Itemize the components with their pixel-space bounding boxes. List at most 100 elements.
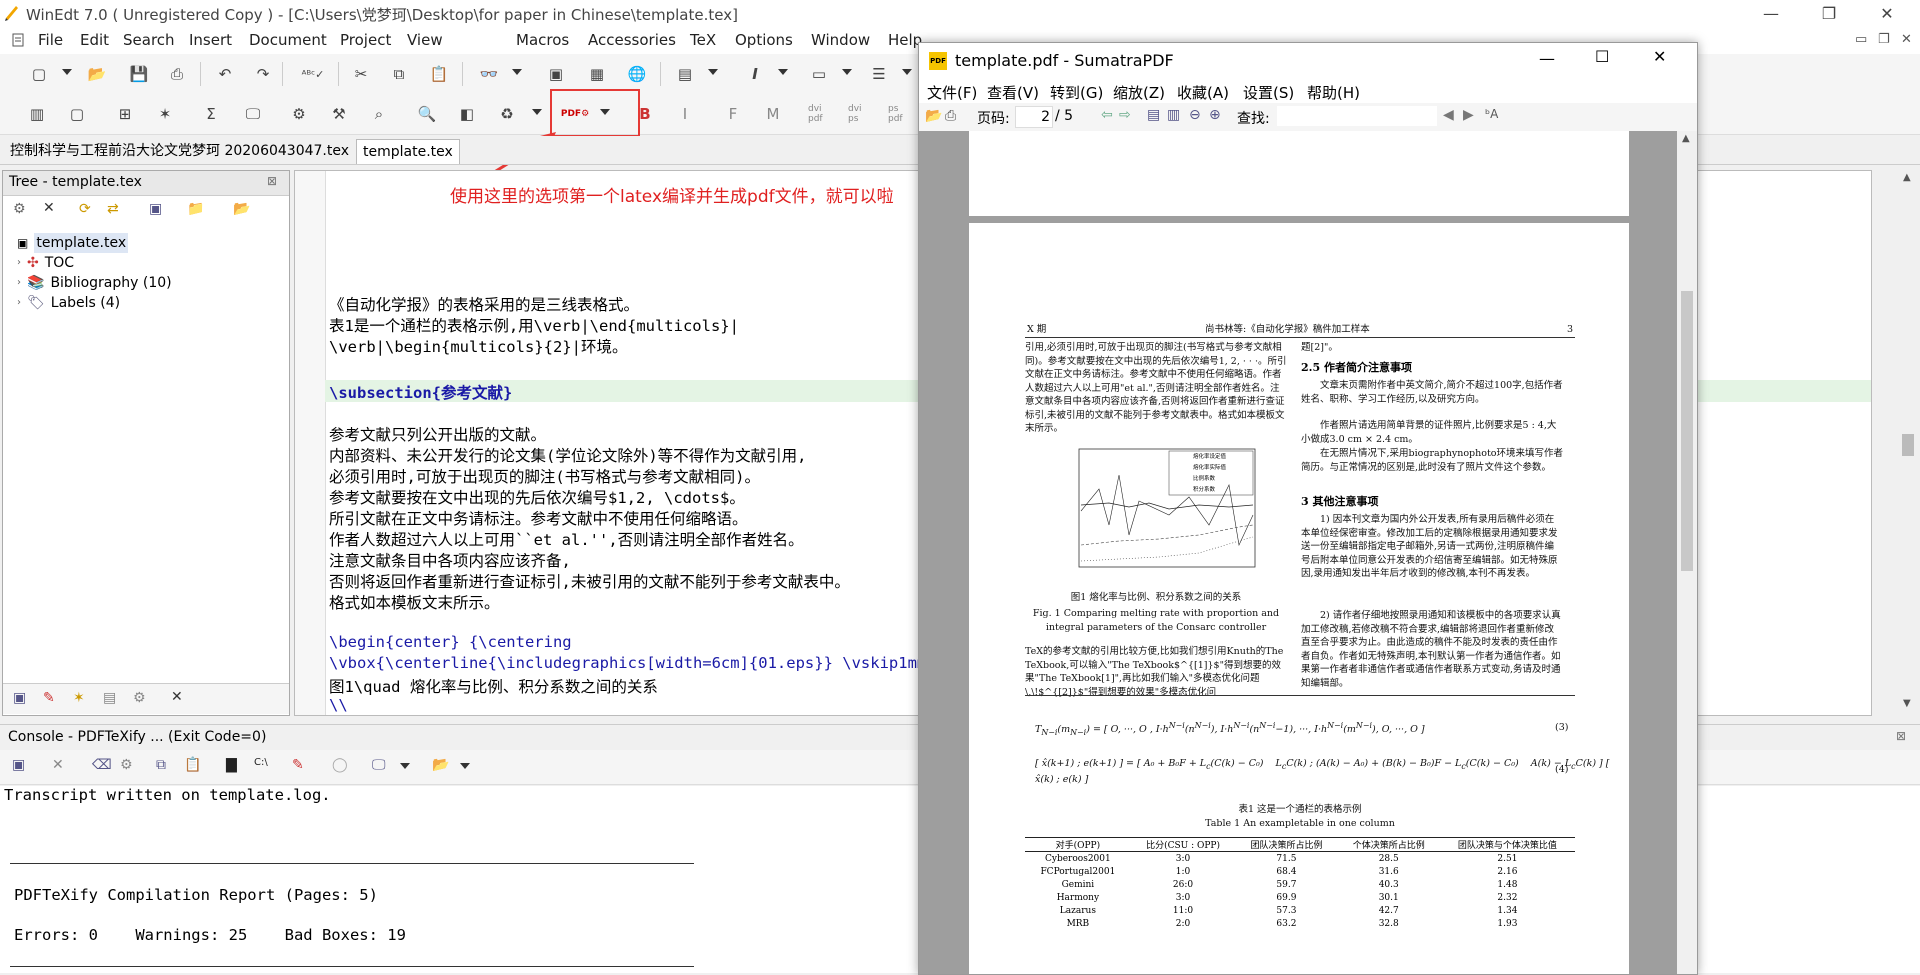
magnifier-icon[interactable]: ⌕	[366, 101, 392, 127]
menu-window[interactable]: Window	[811, 31, 870, 49]
tree-tool-icon[interactable]: ⚙	[13, 201, 26, 217]
sumatra-menu-zoom[interactable]: 缩放(Z)	[1113, 82, 1165, 103]
console-copy-icon[interactable]: ⧉	[156, 757, 166, 773]
sumatra-menu-view[interactable]: 查看(V)	[987, 82, 1039, 103]
editor-line[interactable]: 表1是一个通栏的表格示例,用\verb|\end{multicols}|	[329, 314, 739, 336]
close-button[interactable]: ✕	[1864, 0, 1910, 28]
page-icon[interactable]: ▤	[672, 61, 698, 87]
menu-options[interactable]: Options	[735, 31, 793, 49]
mdi-minimize-button[interactable]: ▭	[1855, 32, 1867, 47]
console-folder-icon[interactable]: 📂	[432, 757, 449, 773]
tree-item-bibliography[interactable]: › 📚 Bibliography (10)	[17, 273, 172, 293]
monitor-icon[interactable]: 🖵	[240, 101, 266, 127]
print-icon[interactable]: ⎙	[164, 61, 190, 87]
tree-item-labels[interactable]: › 🏷 Labels (4)	[17, 293, 120, 313]
cut-icon[interactable]: ✂	[348, 61, 374, 87]
editor-line[interactable]: \verb|\begin{multicols}{2}|环境。	[329, 335, 627, 357]
console-close-icon[interactable]: ⊠	[1896, 729, 1906, 743]
undo-icon[interactable]: ↶	[212, 61, 238, 87]
editor-line[interactable]: \begin{center} {\centering	[329, 633, 572, 651]
tab-control-paper[interactable]: 控制科学与工程前沿大论文党梦珂 20206043047.tex	[4, 139, 355, 163]
dvi-pdf-icon[interactable]: dvi pdf	[808, 101, 834, 127]
copy-icon[interactable]: ⧉	[386, 61, 412, 87]
table-icon[interactable]: ▦	[584, 61, 610, 87]
binoculars-icon[interactable]: 👓	[476, 61, 502, 87]
font-f-icon[interactable]: F	[720, 101, 746, 127]
match-case-icon[interactable]: ᵇA	[1485, 107, 1498, 121]
tree-folder-icon[interactable]: 📁	[187, 201, 204, 217]
bibtex-icon[interactable]: ⚒	[326, 101, 352, 127]
sumatra-menu-favorites[interactable]: 收藏(A)	[1177, 82, 1229, 103]
prev-page-icon[interactable]: ⇦	[1101, 107, 1113, 123]
ps-pdf-icon[interactable]: ps pdf	[888, 101, 914, 127]
console-view-icon[interactable]: ▣	[12, 757, 25, 773]
find-prev-icon[interactable]: ◀	[1443, 107, 1454, 123]
menu-view[interactable]: View	[407, 31, 443, 49]
tab-template[interactable]: template.tex	[356, 139, 460, 164]
fit-width-icon[interactable]: ▥	[1167, 107, 1180, 123]
sigma-icon[interactable]: Σ	[198, 101, 224, 127]
box-icon[interactable]: ▭	[806, 61, 832, 87]
paste-icon[interactable]: 📋	[426, 61, 452, 87]
console-inspect-icon[interactable]: ✎	[292, 757, 304, 773]
new-file-icon[interactable]: ▢	[26, 61, 52, 87]
sumatra-maximize-button[interactable]: ☐	[1595, 47, 1609, 66]
find-next-icon[interactable]: ▶	[1463, 107, 1474, 123]
font-m-icon[interactable]: M	[760, 101, 786, 127]
scroll-up-icon[interactable]: ▲	[1903, 172, 1911, 183]
tree-item-template[interactable]: ▣ template.tex	[17, 233, 129, 253]
editor-line[interactable]: 否则将返回作者重新进行查证标引,未被引用的文献不能列于参考文献表中。	[329, 570, 850, 592]
spellcheck-icon[interactable]: ᴬᴮᶜ✓	[300, 61, 326, 87]
editor-line-subsection[interactable]: \subsection{参考文献}	[329, 381, 512, 403]
inspect-icon[interactable]: 🔍	[414, 101, 440, 127]
globe-icon[interactable]: 🌐	[624, 61, 650, 87]
image-icon[interactable]: ▣	[543, 61, 569, 87]
tree-star-icon[interactable]: ✶	[73, 690, 85, 706]
save-icon[interactable]: 💾	[126, 61, 152, 87]
menu-macros[interactable]: Macros	[516, 31, 569, 49]
tree-sync-icon[interactable]: ⇄	[107, 201, 119, 217]
editor-line[interactable]: 内部资料、未公开发行的论文集(学位论文除外)等不得作为文献引用,	[329, 444, 807, 466]
tree-doc-icon[interactable]: ▤	[103, 690, 116, 706]
menu-accessories[interactable]: Accessories	[588, 31, 676, 49]
find-input[interactable]	[1277, 106, 1437, 126]
scroll-thumb[interactable]	[1681, 291, 1693, 571]
editor-line[interactable]: \\	[329, 696, 348, 714]
editor-line[interactable]: \vbox{\centerline{\includegraphics[width…	[329, 654, 926, 672]
scroll-down-icon[interactable]: ▼	[1903, 698, 1911, 709]
console-terminal-icon[interactable]: ▇	[226, 757, 237, 773]
scroll-up-icon[interactable]: ▲	[1682, 133, 1690, 144]
console-erase-icon[interactable]: ⌫	[92, 757, 112, 773]
sumatra-menu-file[interactable]: 文件(F)	[927, 82, 977, 103]
tree-close-x-icon[interactable]: ✕	[43, 200, 55, 216]
menu-file[interactable]: File	[38, 31, 63, 49]
next-page-icon[interactable]: ⇨	[1119, 107, 1131, 123]
editor-line[interactable]: 所引文献在正文中务请标注。参考文献中不使用任何缩略语。	[329, 507, 748, 529]
window-icon[interactable]: ◧	[454, 101, 480, 127]
tree-item-toc[interactable]: › ✣ TOC	[17, 253, 74, 273]
sumatra-scrollbar[interactable]: ▲	[1677, 131, 1697, 974]
menu-search[interactable]: Search	[123, 31, 175, 49]
sumatra-minimize-button[interactable]: —	[1539, 49, 1555, 68]
editor-line[interactable]: 《自动化学报》的表格采用的是三线表格式。	[329, 293, 639, 315]
restore-button[interactable]: ❐	[1806, 0, 1852, 28]
console-cmd-icon[interactable]: C:\	[254, 757, 268, 768]
mdi-restore-button[interactable]: ❐	[1878, 32, 1890, 47]
tree-refresh-icon[interactable]: ⟳	[79, 201, 91, 217]
list-icon[interactable]: ☰	[866, 61, 892, 87]
tree-folder2-icon[interactable]: 📂	[233, 201, 250, 217]
expand-icon[interactable]: ›	[17, 253, 21, 273]
print-icon[interactable]: ⎙	[945, 108, 956, 124]
dvi-ps-icon[interactable]: dvi ps	[848, 101, 874, 127]
editor-line[interactable]: 注意文献条目中各项内容应该齐备,	[329, 549, 571, 571]
open-icon[interactable]: 📂	[925, 108, 942, 124]
sumatra-close-button[interactable]: ✕	[1653, 47, 1666, 66]
sumatra-menu-settings[interactable]: 设置(S)	[1243, 82, 1294, 103]
tree-cube-icon[interactable]: ▣	[149, 201, 162, 217]
zoom-in-icon[interactable]: ⊕	[1209, 107, 1221, 123]
editor-scrollbar[interactable]: ▲ ▼	[1898, 170, 1918, 714]
tree-close-icon[interactable]: ⊠	[267, 174, 277, 188]
menu-insert[interactable]: Insert	[189, 31, 232, 49]
project-icon[interactable]: ▥	[24, 101, 50, 127]
editor-line[interactable]: 参考文献要按在文中出现的先后依次编号$1,2, \cdots$。	[329, 486, 745, 508]
